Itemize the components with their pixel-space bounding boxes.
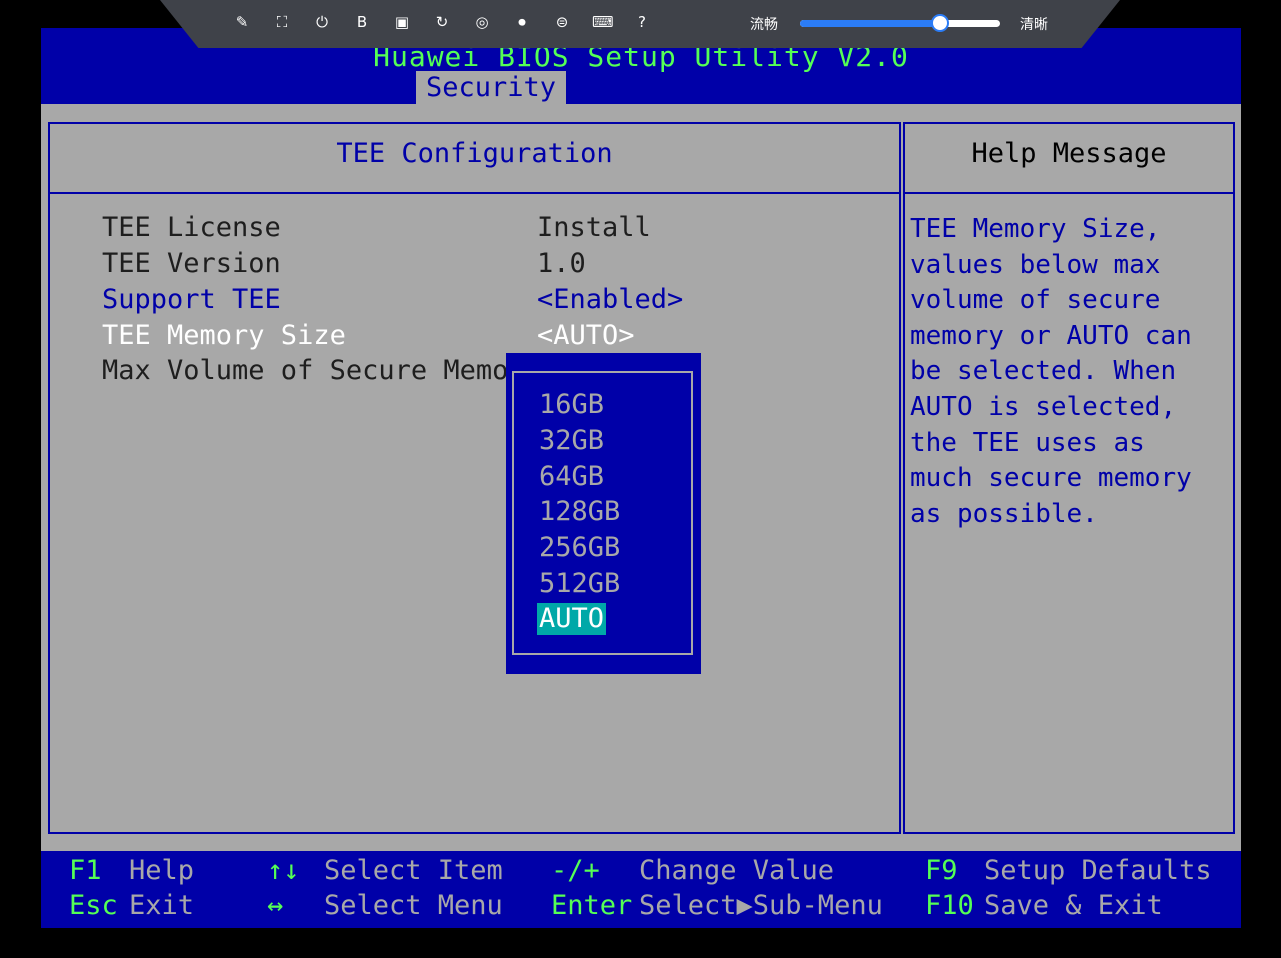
tee-version-value: 1.0 [537, 248, 586, 279]
plusminus-desc: Change Value [639, 855, 835, 886]
quality-clear-label: 清晰 [1020, 17, 1048, 33]
capture-icon[interactable]: ▣ [392, 12, 412, 32]
remote-console-toolbar: ✎ ⛶ ⏻ B ▣ ↻ ◎ ⏺ ⊜ ⌨ ? 流畅 清晰 [160, 0, 1120, 48]
menu-icon[interactable]: ⊜ [552, 12, 572, 32]
quality-slider-thumb[interactable] [931, 14, 949, 32]
boot-icon[interactable]: B [352, 12, 372, 32]
updown-key: ↑↓ [267, 855, 300, 886]
disc-icon[interactable]: ◎ [472, 12, 492, 32]
help-panel: Help Message TEE Memory Size, values bel… [903, 122, 1235, 834]
key-legend: F1 Help Esc Exit ↑↓ Select Item ↔ Select… [41, 851, 1241, 928]
f1-desc: Help [129, 855, 195, 886]
option-128gb[interactable]: 128GB [537, 496, 622, 528]
tee-license-value: Install [537, 212, 651, 243]
tee-memory-size-value[interactable]: <AUTO> [537, 320, 635, 351]
option-256gb[interactable]: 256GB [537, 532, 622, 564]
support-tee-label[interactable]: Support TEE [102, 284, 281, 315]
quality-slider-fill [800, 20, 940, 27]
f9-key: F9 [925, 855, 958, 886]
support-tee-value[interactable]: <Enabled> [537, 284, 683, 315]
config-panel-title: TEE Configuration [336, 138, 613, 169]
memory-size-popup: 16GB 32GB 64GB 128GB 256GB 512GB AUTO [506, 353, 701, 674]
tab-security[interactable]: Security [416, 71, 566, 104]
help-panel-title: Help Message [971, 138, 1167, 169]
f10-desc: Save & Exit [984, 890, 1163, 921]
pin-icon[interactable]: ✎ [232, 12, 252, 32]
power-icon[interactable]: ⏻ [312, 12, 332, 32]
config-panel: TEE Configuration TEE License Install TE… [48, 122, 901, 834]
keyboard-icon[interactable]: ⌨ [592, 12, 614, 32]
esc-key: Esc [69, 890, 118, 921]
bios-screen: Huawei BIOS Setup Utility V2.0 Security … [41, 28, 1241, 928]
enter-desc: Select▶Sub-Menu [639, 890, 883, 921]
mouse-icon[interactable]: ↻ [432, 12, 452, 32]
help-message: TEE Memory Size, values below max volume… [910, 214, 1192, 529]
fullscreen-icon[interactable]: ⛶ [272, 12, 292, 32]
leftright-desc: Select Menu [324, 890, 503, 921]
option-auto[interactable]: AUTO [537, 603, 607, 635]
option-16gb[interactable]: 16GB [537, 389, 606, 421]
help-panel-divider [905, 192, 1233, 194]
tee-memory-size-label[interactable]: TEE Memory Size [102, 320, 346, 351]
option-512gb[interactable]: 512GB [537, 568, 622, 600]
leftright-key: ↔ [267, 890, 284, 921]
f10-key: F10 [925, 890, 974, 921]
option-64gb[interactable]: 64GB [537, 461, 606, 493]
config-panel-divider [50, 192, 899, 194]
esc-desc: Exit [129, 890, 195, 921]
tee-license-label: TEE License [102, 212, 281, 243]
f9-desc: Setup Defaults [984, 855, 1212, 886]
quality-slider[interactable] [800, 14, 1000, 32]
help-icon[interactable]: ? [632, 12, 652, 32]
f1-key: F1 [69, 855, 102, 886]
memory-size-popup-frame: 16GB 32GB 64GB 128GB 256GB 512GB AUTO [512, 371, 693, 655]
tee-version-label: TEE Version [102, 248, 281, 279]
updown-desc: Select Item [324, 855, 503, 886]
option-32gb[interactable]: 32GB [537, 425, 606, 457]
plusminus-key: -/+ [551, 855, 600, 886]
enter-key: Enter [551, 890, 633, 921]
record-icon[interactable]: ⏺ [512, 12, 532, 32]
max-volume-label: Max Volume of Secure Memory [102, 355, 541, 386]
quality-smooth-label: 流畅 [750, 17, 778, 33]
